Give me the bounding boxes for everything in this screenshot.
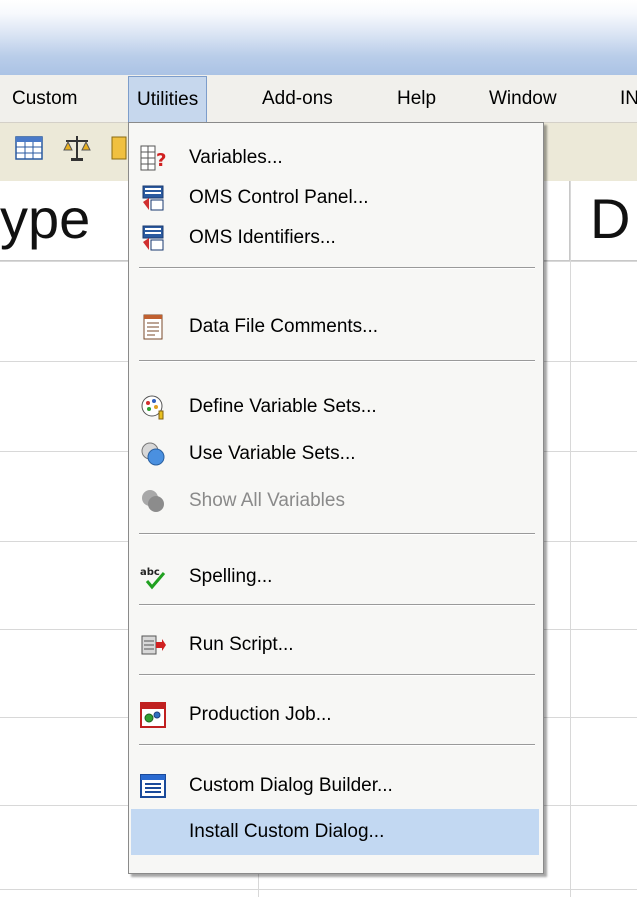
svg-text:abc: abc [140,567,160,578]
menu-item-oms-control-panel[interactable]: OMS Control Panel... [131,178,539,218]
run-script-icon [141,635,166,655]
menu-item-use-variable-sets[interactable]: Use Variable Sets... [131,434,539,474]
column-header-decimals[interactable]: D [570,181,637,261]
data-file-comments-icon [143,314,163,340]
menu-item-show-all-variables[interactable]: Show All Variables [131,481,539,521]
column-header-label: D [590,187,631,250]
table-grid-icon[interactable] [14,133,44,163]
menu-separator [139,604,535,606]
menu-item-label: Show All Variables [189,490,345,511]
column-header-label: ype [0,187,91,250]
menu-item-label: Define Variable Sets... [189,396,377,417]
menu-item-label: Use Variable Sets... [189,443,356,464]
utilities-menu: ? Variables... OMS Control Panel... OMS … [128,122,544,874]
spelling-icon: abc [140,567,166,590]
menu-add-ons[interactable]: Add-ons [262,75,333,123]
menu-window[interactable]: Window [489,75,557,123]
menu-item-variables[interactable]: ? Variables... [131,138,539,178]
menu-item-production-job[interactable]: Production Job... [131,695,539,735]
menu-item-run-script[interactable]: Run Script... [131,625,539,665]
menu-item-custom-dialog-builder[interactable]: Custom Dialog Builder... [131,766,539,806]
menu-separator [139,360,535,362]
menu-item-label: Spelling... [189,566,273,587]
menu-item-label: Custom Dialog Builder... [189,775,393,796]
show-all-variables-icon [142,490,164,512]
variables-icon: ? [140,145,166,171]
menu-item-install-custom-dialog[interactable]: Install Custom Dialog... [131,809,539,855]
use-variable-sets-icon [141,442,165,466]
menu-item-label: Install Custom Dialog... [189,821,385,842]
menu-item-label: Data File Comments... [189,316,378,337]
menu-separator [139,744,535,746]
grid-column-divider [570,181,571,897]
menu-item-spelling[interactable]: abc Spelling... [131,557,539,597]
production-job-icon [140,702,166,728]
menu-bar: Custom Utilities Add-ons Help Window IN [0,75,637,124]
menu-custom[interactable]: Custom [12,75,77,123]
menu-item-data-file-comments[interactable]: Data File Comments... [131,307,539,347]
menu-item-label: OMS Control Panel... [189,187,369,208]
menu-truncated[interactable]: IN [620,75,637,123]
menu-item-define-variable-sets[interactable]: Define Variable Sets... [131,387,539,427]
svg-text:?: ? [156,150,166,171]
oms-control-panel-icon [142,185,164,211]
select-cases-icon[interactable] [110,133,130,163]
menu-item-oms-identifiers[interactable]: OMS Identifiers... [131,218,539,258]
menu-separator [139,533,535,535]
oms-identifiers-icon [142,225,164,251]
menu-separator [139,674,535,676]
menu-help[interactable]: Help [397,75,436,123]
custom-dialog-builder-icon [140,774,166,798]
menu-item-label: Run Script... [189,634,294,655]
grid-row-divider [0,889,637,890]
weight-cases-icon[interactable] [62,133,92,163]
menu-item-label: Variables... [189,147,283,168]
menu-item-label: OMS Identifiers... [189,227,336,248]
window-title-bar[interactable] [0,0,637,75]
menu-separator [139,267,535,269]
define-variable-sets-icon [141,395,164,420]
menu-item-label: Production Job... [189,704,332,725]
menu-utilities[interactable]: Utilities [128,76,208,124]
